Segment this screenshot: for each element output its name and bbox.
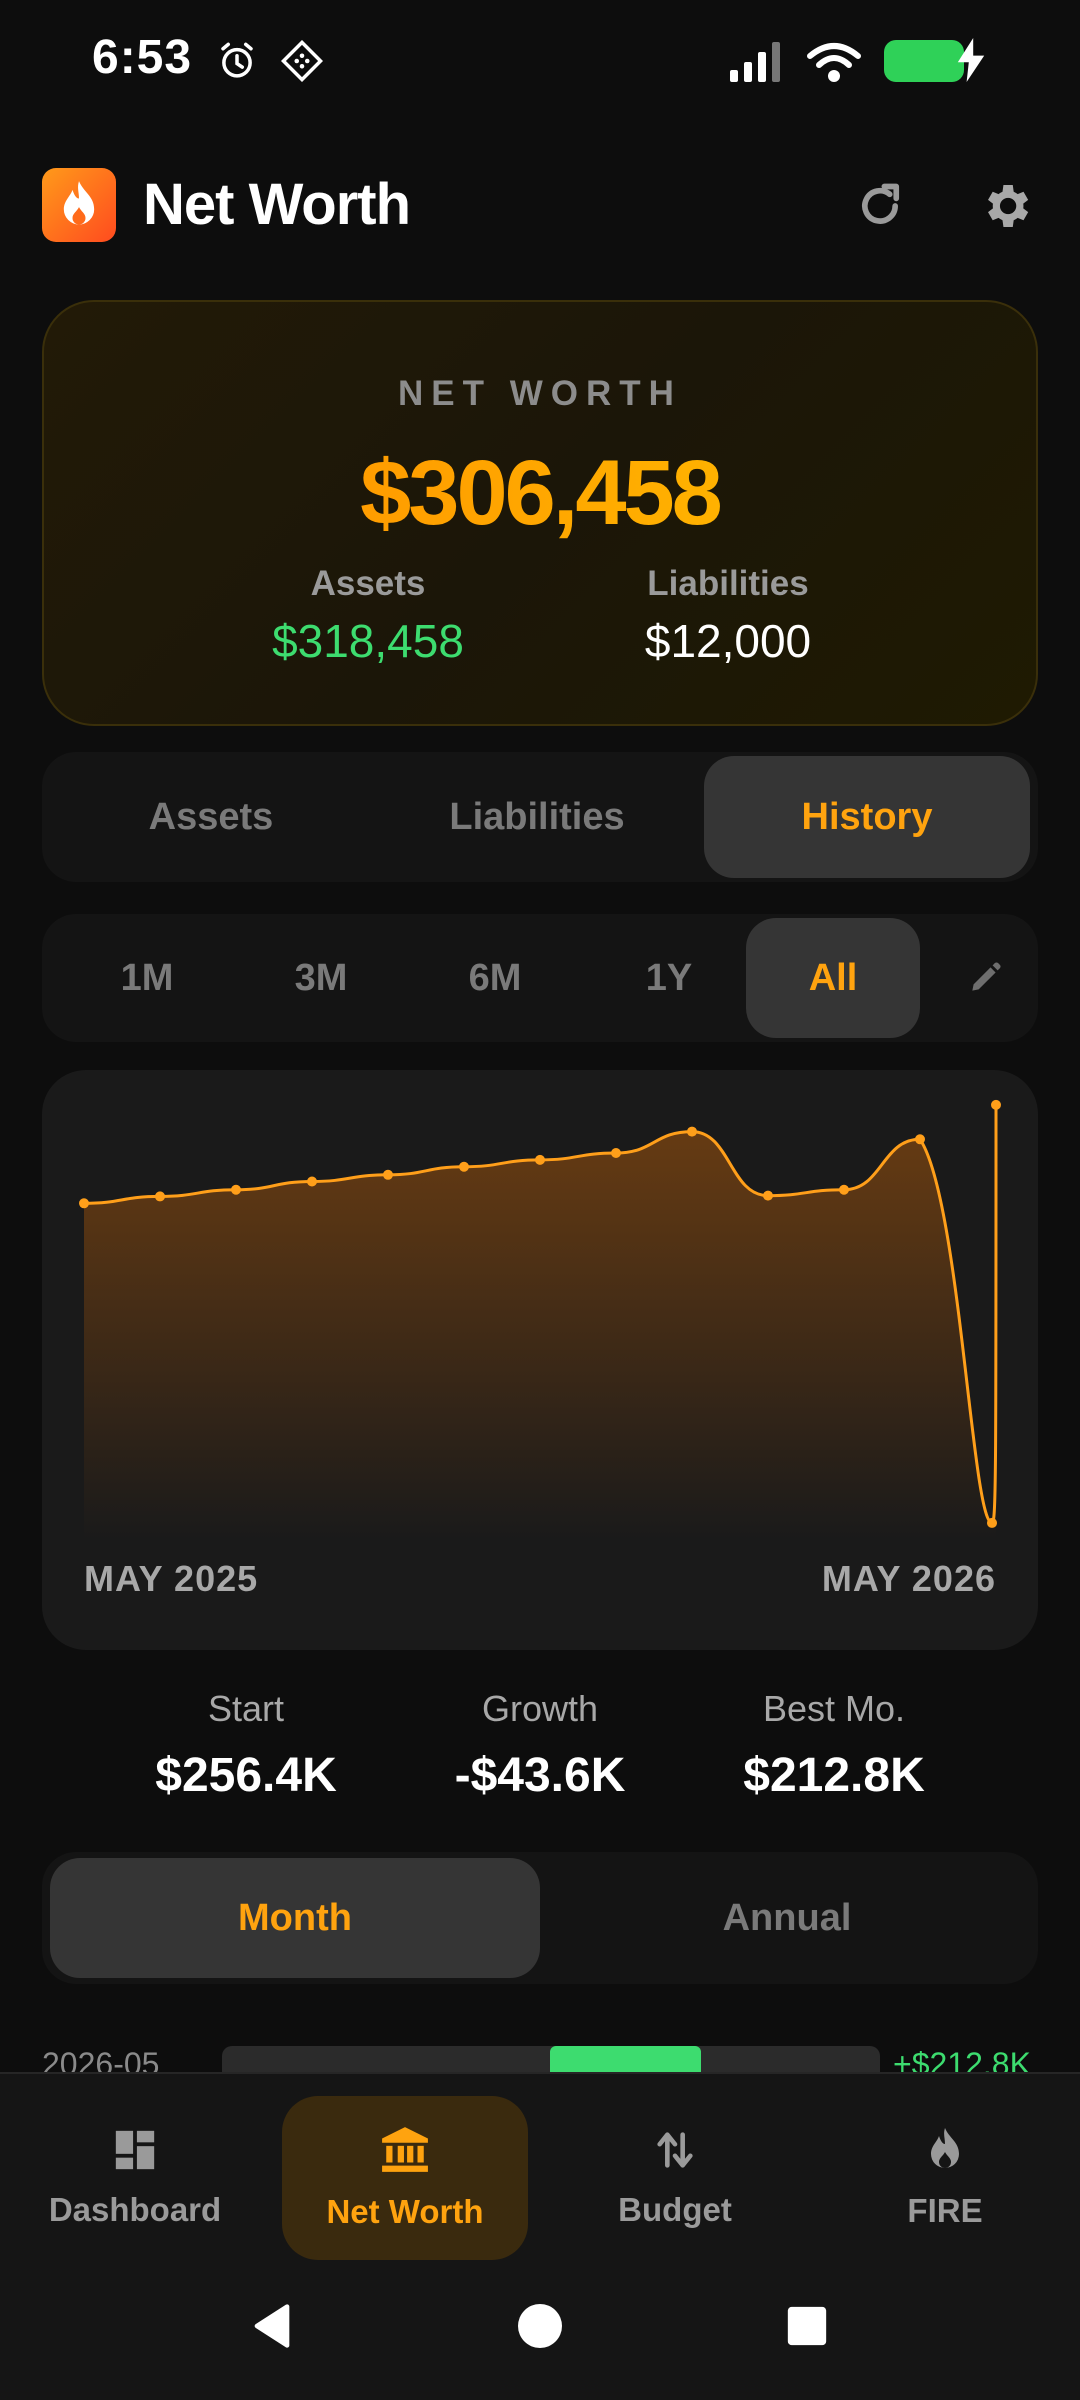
chart-point-2025-12 — [611, 1148, 621, 1159]
tab-month[interactable]: Month — [50, 1858, 540, 1978]
net-worth-label: NET WORTH — [398, 374, 682, 413]
nav-dashboard[interactable]: Dashboard — [12, 2096, 258, 2260]
chart-point-2025-07 — [231, 1184, 241, 1195]
tab-assets[interactable]: Assets — [42, 752, 380, 882]
range-all[interactable]: All — [746, 918, 920, 1038]
chart-point-2026-04 — [915, 1134, 925, 1145]
page-title: Net Worth — [143, 172, 411, 237]
bank-icon — [382, 2127, 428, 2172]
chart-area-fill — [84, 1104, 996, 1540]
range-3m[interactable]: 3M — [236, 914, 406, 1042]
net-worth-value: $306,458 — [44, 438, 1036, 548]
chart-point-low — [987, 1517, 997, 1528]
liabilities-label: Liabilities — [647, 564, 809, 603]
net-worth-history-chart: MAY 2025 MAY 2026 — [42, 1070, 1038, 1650]
charging-bolt-icon — [957, 38, 985, 82]
dashboard-icon — [115, 2130, 155, 2170]
nav-budget-label: Budget — [618, 2191, 732, 2228]
transfer-arrows-icon — [657, 2132, 693, 2168]
stat-best-label: Best Mo. — [762, 1688, 906, 1729]
refresh-icon — [862, 183, 900, 224]
chart-point-2025-09 — [383, 1169, 393, 1180]
alarm-icon — [221, 42, 253, 78]
nav-budget[interactable]: Budget — [552, 2096, 798, 2260]
chart-point-2026-03 — [839, 1184, 849, 1195]
assets-value: $318,458 — [272, 615, 464, 667]
battery-charging-icon — [884, 40, 964, 82]
stat-best-value: $212.8K — [743, 1749, 925, 1802]
home-icon[interactable] — [516, 2300, 564, 2352]
stat-growth-value: -$43.6K — [454, 1749, 626, 1802]
stat-growth: Growth -$43.6K — [380, 1688, 700, 1803]
nav-fire-label: FIRE — [907, 2192, 983, 2229]
refresh-button[interactable] — [844, 170, 916, 242]
view-tabs: Assets Liabilities History — [42, 752, 1038, 882]
net-worth-card: NET WORTH $306,458 Assets $318,458 Liabi… — [42, 300, 1038, 726]
nav-net-worth-label: Net Worth — [326, 2193, 484, 2230]
status-bar: 6:53 — [0, 0, 1080, 120]
chart-point-2025-05 — [79, 1198, 89, 1209]
liabilities-value: $12,000 — [644, 615, 812, 667]
app-notification-icon — [281, 40, 323, 82]
range-1y[interactable]: 1Y — [584, 914, 754, 1042]
flame-icon — [931, 2128, 959, 2168]
nav-dashboard-label: Dashboard — [48, 2191, 222, 2228]
stat-start: Start $256.4K — [86, 1688, 406, 1803]
nav-fire[interactable]: FIRE — [822, 2096, 1068, 2260]
chart-point-2026-05 — [991, 1099, 1001, 1110]
settings-gear-icon — [988, 185, 1029, 227]
tab-annual[interactable]: Annual — [542, 1852, 1032, 1984]
chart-point-2025-11 — [535, 1154, 545, 1165]
tab-history[interactable]: History — [704, 756, 1030, 878]
liabilities-summary: Liabilities $12,000 — [578, 564, 878, 668]
stat-growth-label: Growth — [481, 1688, 599, 1729]
chart-svg — [79, 1099, 1001, 1540]
period-tabs: Month Annual — [42, 1852, 1038, 1984]
signal-icon — [730, 42, 780, 82]
chart-point-2026-01 — [687, 1126, 697, 1137]
stat-start-value: $256.4K — [155, 1749, 337, 1802]
app-logo-flame-icon — [42, 168, 116, 242]
range-tabs: 1M 3M 6M 1Y All — [42, 914, 1038, 1042]
tab-liabilities[interactable]: Liabilities — [374, 752, 700, 882]
nav-net-worth[interactable]: Net Worth — [282, 2096, 528, 2260]
assets-summary: Assets $318,458 — [218, 564, 518, 668]
x-axis-end-label: MAY 2026 — [821, 1558, 996, 1599]
chart-point-2025-10 — [459, 1161, 469, 1172]
recents-icon[interactable] — [784, 2300, 830, 2352]
back-icon[interactable] — [246, 2300, 298, 2352]
range-6m[interactable]: 6M — [410, 914, 580, 1042]
wifi-icon — [807, 43, 861, 82]
stat-best-month: Best Mo. $212.8K — [674, 1688, 994, 1803]
pencil-icon — [972, 962, 1001, 991]
range-1m[interactable]: 1M — [62, 914, 232, 1042]
chart-point-2026-02 — [763, 1190, 773, 1201]
status-time: 6:53 — [92, 31, 193, 84]
assets-label: Assets — [310, 564, 426, 603]
x-axis-start-label: MAY 2025 — [84, 1558, 259, 1599]
stat-start-label: Start — [207, 1688, 285, 1729]
edit-range-button[interactable] — [942, 914, 1028, 1042]
chart-point-2025-08 — [307, 1176, 317, 1187]
chart-point-2025-06 — [155, 1191, 165, 1202]
settings-button[interactable] — [970, 170, 1042, 242]
